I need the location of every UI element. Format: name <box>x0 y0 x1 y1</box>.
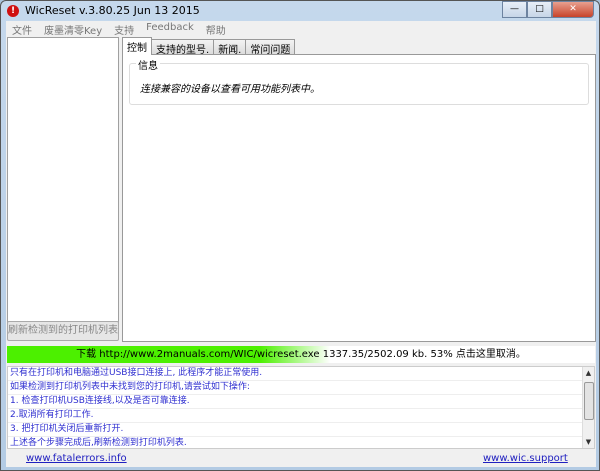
menu-feedback[interactable]: Feedback <box>140 21 200 36</box>
log-list: 只有在打印机和电脑通过USB接口连接上, 此程序才能正常使用. 如果检测到打印机… <box>7 366 595 449</box>
tab-news[interactable]: 新闻. <box>213 39 247 56</box>
fatalerrors-link[interactable]: www.fatalerrors.info <box>26 453 127 464</box>
log-line: 上述各个步骤完成后,刷新检测到打印机列表. <box>8 437 583 448</box>
log-line: 1. 检查打印机USB连接线,以及是否可靠连接. <box>8 395 583 409</box>
log-scrollbar[interactable]: ▲ ▼ <box>582 367 594 448</box>
scroll-up-icon[interactable]: ▲ <box>583 367 594 379</box>
log-line: 3. 把打印机关闭后重新打开. <box>8 423 583 437</box>
menu-support[interactable]: 支持 <box>108 21 140 37</box>
client-area: 文件 废墨清零Key 支持 Feedback 帮助 刷新检测到的打印机列表 控制… <box>6 21 596 467</box>
title-bar: ! WicReset v.3.80.25 Jun 13 2015 — □ ✕ <box>1 1 599 21</box>
tab-faq[interactable]: 常问问题 <box>245 39 296 56</box>
app-icon: ! <box>7 5 19 17</box>
app-window: ! WicReset v.3.80.25 Jun 13 2015 — □ ✕ 文… <box>0 0 600 471</box>
tab-control-panel[interactable]: 控制 <box>122 37 152 55</box>
wic-support-link[interactable]: www.wic.support <box>483 453 568 464</box>
refresh-printers-button[interactable]: 刷新检测到的打印机列表 <box>7 321 119 341</box>
menu-help[interactable]: 帮助 <box>200 21 232 37</box>
maximize-button[interactable]: □ <box>527 1 552 18</box>
tab-control: 控制 支持的型号. 新闻. 常问问题 信息 连接兼容的设备以查看可用功能列表中。 <box>122 37 596 342</box>
tab-content: 信息 连接兼容的设备以查看可用功能列表中。 <box>122 54 596 342</box>
log-line: 只有在打印机和电脑通过USB接口连接上, 此程序才能正常使用. <box>8 367 583 381</box>
log-line: 如果检测到打印机列表中未找到您的打印机,请尝试如下操作: <box>8 381 583 395</box>
close-button[interactable]: ✕ <box>552 1 594 18</box>
info-message: 连接兼容的设备以查看可用功能列表中。 <box>140 84 320 95</box>
tab-supported-models[interactable]: 支持的型号. <box>151 39 215 56</box>
menu-bar: 文件 废墨清零Key 支持 Feedback 帮助 <box>6 21 596 37</box>
menu-ink-reset-key[interactable]: 废墨清零Key <box>38 21 108 37</box>
printer-list[interactable] <box>7 37 119 337</box>
download-progress-bar[interactable]: 下载 http://www.2manuals.com/WIC/wicreset.… <box>7 346 595 363</box>
minimize-button[interactable]: — <box>502 1 527 18</box>
info-group-label: 信息 <box>136 57 160 72</box>
menu-file[interactable]: 文件 <box>6 21 38 37</box>
info-group: 信息 连接兼容的设备以查看可用功能列表中。 <box>129 57 589 105</box>
log-line: 2.取消所有打印工作. <box>8 409 583 423</box>
window-title: WicReset v.3.80.25 Jun 13 2015 <box>25 4 200 17</box>
scroll-down-icon[interactable]: ▼ <box>583 436 594 448</box>
scroll-thumb[interactable] <box>584 382 594 420</box>
